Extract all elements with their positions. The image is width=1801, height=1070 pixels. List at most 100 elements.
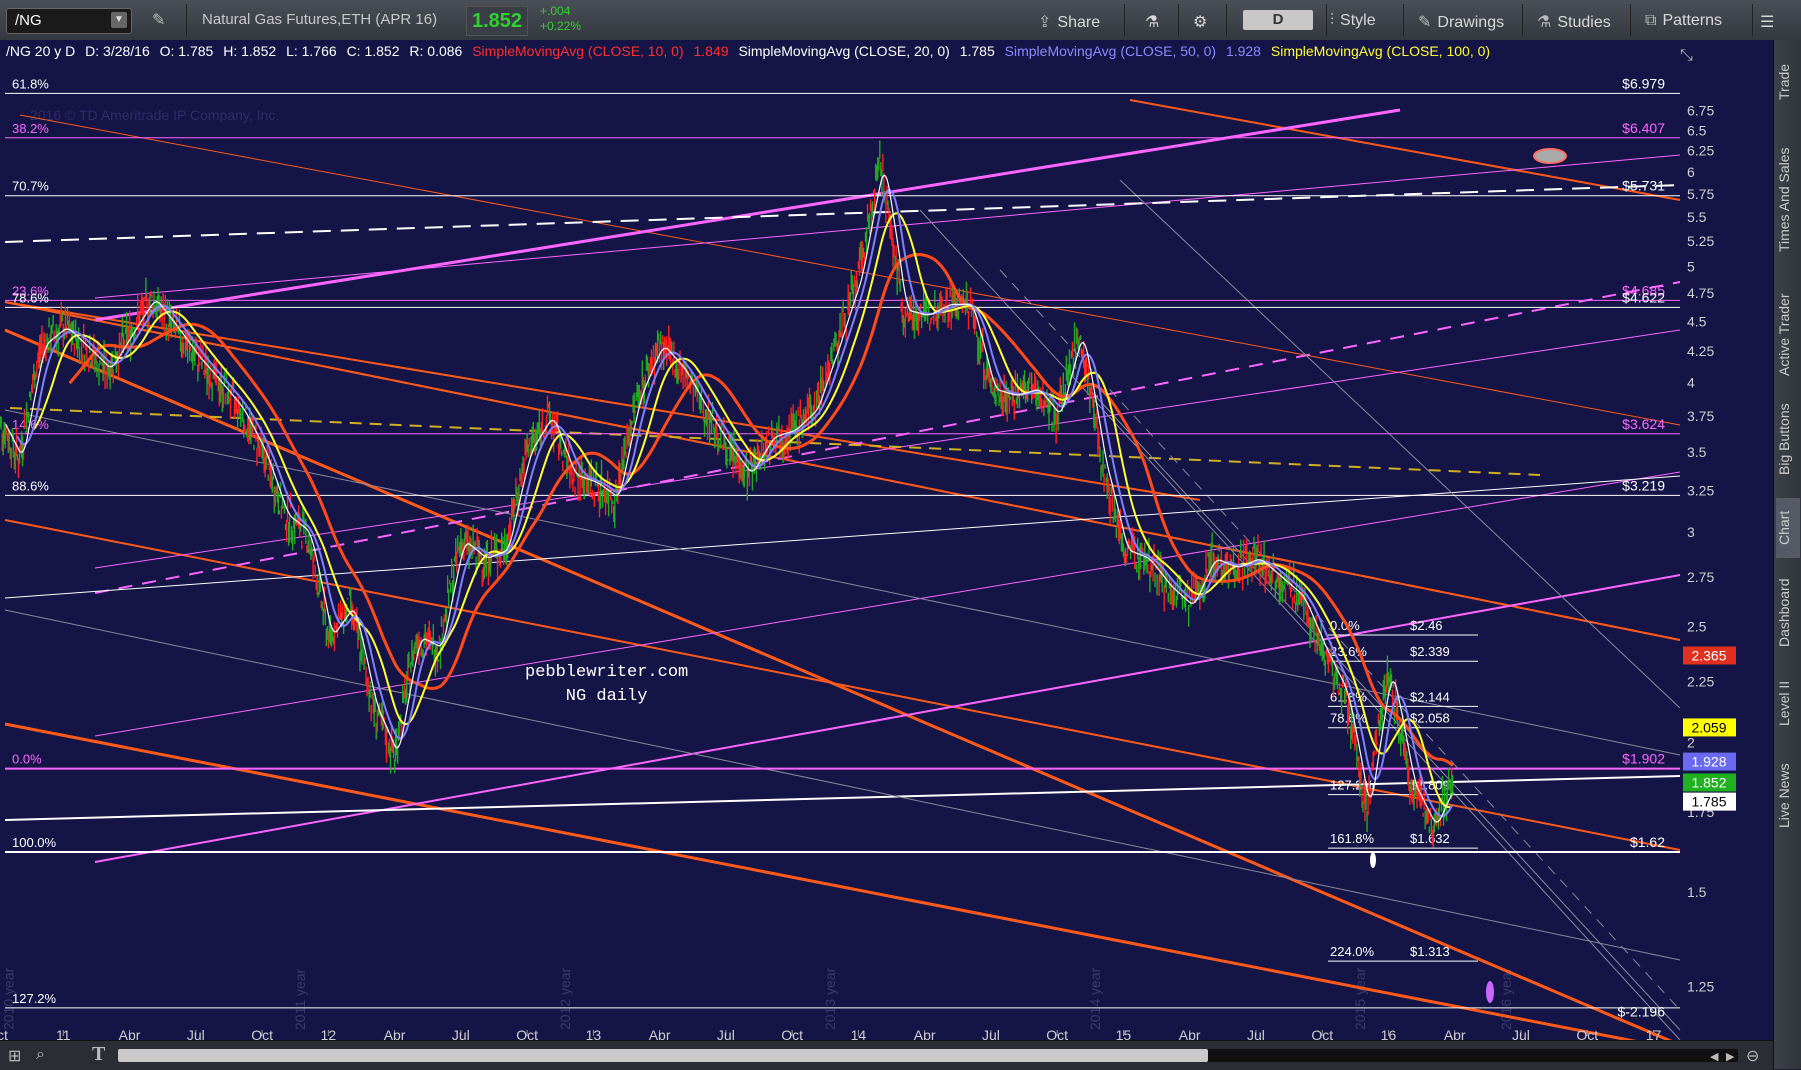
price-badge-text: 2.059 <box>1691 719 1726 735</box>
settings-button[interactable]: ⚙ <box>1193 12 1207 32</box>
fib-level-pct: 61.8% <box>12 76 49 91</box>
y-axis-tick: 2 <box>1687 735 1695 751</box>
tab-dashboard[interactable]: Dashboard <box>1776 568 1800 658</box>
share-icon: ⇪ <box>1038 14 1052 31</box>
style-button[interactable]: ⫶ Style <box>1330 12 1376 30</box>
flask-button[interactable]: ⚗ <box>1145 12 1159 32</box>
instrument-description: Natural Gas Futures,ETH (APR 16) <box>202 11 438 28</box>
fib-projection-price: $2.46 <box>1410 618 1443 633</box>
x-axis-tick: 16 <box>1381 1027 1397 1040</box>
change-pct: +0.22% <box>540 19 582 33</box>
x-axis-tick: Jul <box>1247 1027 1265 1040</box>
studies-button[interactable]: ⚗ Studies <box>1537 12 1611 32</box>
x-axis-tick: Apr <box>649 1027 671 1040</box>
divider <box>1403 4 1404 36</box>
pen-icon: ✎ <box>1418 14 1432 31</box>
price-badge-text: 1.928 <box>1691 754 1726 770</box>
sma20-label[interactable]: SimpleMovingAvg (CLOSE, 20, 0) <box>738 43 949 59</box>
bar-high: H: 1.852 <box>223 43 277 59</box>
price-badge-text: 1.785 <box>1691 794 1726 810</box>
chart-title-line1: pebblewriter.com <box>525 663 688 682</box>
sma20-value: 1.785 <box>959 43 995 59</box>
chevron-down-icon[interactable]: ▼ <box>111 12 127 28</box>
chart-scrollbar[interactable] <box>118 1049 1738 1062</box>
fib-level-price: $6.407 <box>1622 120 1665 136</box>
y-axis-tick: 4.5 <box>1687 313 1707 329</box>
x-axis-tick: 15 <box>1116 1027 1132 1040</box>
scrollbar-thumb[interactable] <box>118 1049 1208 1062</box>
price-chart[interactable]: 2016 © TD Ameritrade IP Company, Inc. 201… <box>0 40 1773 1040</box>
y-axis-tick: 1.25 <box>1687 979 1714 995</box>
fib-level-pct: 127.2% <box>12 991 57 1006</box>
fib-projection-price: $2.058 <box>1410 711 1450 726</box>
tab-level-ii[interactable]: Level II <box>1776 668 1800 738</box>
y-axis-tick: 5.5 <box>1687 209 1707 225</box>
magnifier-icon[interactable]: ⌕ <box>36 1046 45 1064</box>
symbol-selector[interactable]: /NG ▼ <box>6 8 132 34</box>
x-axis-tick: 13 <box>586 1027 602 1040</box>
bar-range: R: 0.086 <box>409 43 463 59</box>
fib-projection-pct: 161.8% <box>1330 831 1375 846</box>
x-axis-tick: Jul <box>452 1027 470 1040</box>
tab-chart[interactable]: Chart <box>1776 498 1800 558</box>
fib-level-pct: 38.2% <box>12 121 49 136</box>
x-axis-tick: 14 <box>851 1027 867 1040</box>
y-axis-tick: 3 <box>1687 524 1695 540</box>
y-axis-tick: 2.5 <box>1687 619 1707 635</box>
chart-desc: /NG 20 y D <box>6 43 76 59</box>
period-selector[interactable]: D <box>1243 10 1313 30</box>
marker-ellipse <box>1486 981 1494 1003</box>
y-axis-tick: 1.5 <box>1687 884 1707 900</box>
flask-icon: ⚗ <box>1145 14 1160 31</box>
scroll-right-icon[interactable]: ▶ <box>1726 1050 1734 1063</box>
sma10-label[interactable]: SimpleMovingAvg (CLOSE, 10, 0) <box>472 43 683 59</box>
share-button[interactable]: ⇪ Share <box>1038 12 1100 32</box>
tab-active-trader[interactable]: Active Trader <box>1776 285 1800 385</box>
text-tool-icon[interactable]: T <box>92 1043 105 1066</box>
symbol-text[interactable]: /NG <box>15 12 42 29</box>
drawings-button[interactable]: ✎ Drawings <box>1418 12 1504 32</box>
share-label: Share <box>1057 14 1101 31</box>
sma10-value: 1.849 <box>693 43 729 59</box>
tab-live-news[interactable]: Live News <box>1776 748 1800 843</box>
year-label: 2011 year <box>292 968 308 1030</box>
year-label: 2014 year <box>1087 967 1103 1030</box>
zoom-out-icon[interactable]: ⊖ <box>1746 1046 1759 1066</box>
fib-projection-pct: 224.0% <box>1330 944 1375 959</box>
sma100-label[interactable]: SimpleMovingAvg (CLOSE, 100, 0) <box>1271 43 1490 59</box>
tab-times-and-sales[interactable]: Times And Sales <box>1776 125 1800 275</box>
scroll-left-icon[interactable]: ◀ <box>1710 1050 1718 1063</box>
menu-icon: ☰ <box>1760 14 1775 31</box>
x-axis-tick: Apr <box>1444 1027 1466 1040</box>
y-axis-tick: 6.25 <box>1687 143 1714 159</box>
y-axis-tick: 3.5 <box>1687 444 1707 460</box>
pencil-icon[interactable]: ✎ <box>152 10 165 30</box>
patterns-icon: ⧉ <box>1645 12 1657 29</box>
fib-level-pct: 88.6% <box>12 478 49 493</box>
patterns-button[interactable]: ⧉ Patterns <box>1645 12 1722 30</box>
year-label: 2013 year <box>822 967 838 1030</box>
chart-area[interactable]: 2016 © TD Ameritrade IP Company, Inc. 201… <box>0 40 1773 1040</box>
change-abs: +.004 <box>540 4 571 18</box>
y-axis-tick: 6 <box>1687 164 1695 180</box>
menu-button[interactable]: ☰ <box>1760 12 1774 32</box>
zoom-icon[interactable]: ⊞ <box>8 1046 21 1066</box>
x-axis-tick: Oct <box>251 1027 273 1040</box>
sma50-label[interactable]: SimpleMovingAvg (CLOSE, 50, 0) <box>1005 43 1216 59</box>
y-axis-tick: 6.5 <box>1687 122 1707 138</box>
divider <box>1326 4 1327 36</box>
fib-level-pct: 78.6% <box>12 290 49 305</box>
fib-level-pct: 0.0% <box>12 752 42 767</box>
chart-header: /NG 20 y D D: 3/28/16 O: 1.785 H: 1.852 … <box>6 43 1496 61</box>
tab-big-buttons[interactable]: Big Buttons <box>1776 392 1800 487</box>
drawings-label: Drawings <box>1437 14 1505 31</box>
sma50-value: 1.928 <box>1225 43 1261 59</box>
divider <box>1752 4 1753 36</box>
y-axis-tick: 2.25 <box>1687 673 1714 689</box>
extra-label: $-2.196 <box>1618 1004 1666 1020</box>
tab-trade[interactable]: Trade <box>1776 48 1800 116</box>
divider <box>186 4 187 36</box>
year-label: 2015 year <box>1352 967 1368 1030</box>
fib-level-price: $6.979 <box>1622 75 1665 91</box>
expand-icon: ⤡ <box>1680 47 1693 64</box>
